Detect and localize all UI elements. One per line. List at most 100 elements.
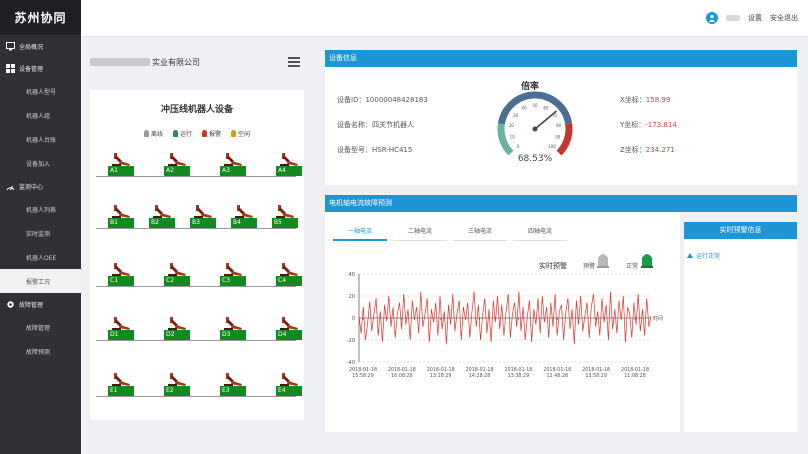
device-name-row: 设备名称：四关节机器人 xyxy=(337,120,414,130)
robot-device[interactable]: E2 xyxy=(164,372,194,396)
robot-device[interactable]: B5 xyxy=(272,204,302,228)
tab-axis-current-1[interactable]: 一轴电流 xyxy=(333,226,387,241)
sidebar-item-label: 全局概况 xyxy=(19,43,44,51)
robot-device[interactable]: E3 xyxy=(220,372,250,396)
robot-label: B4 xyxy=(231,218,257,228)
device-id-row: 设备ID：10000048428183 xyxy=(337,95,428,105)
sidebar-item-3[interactable]: 机器人组 xyxy=(0,103,81,127)
robot-device[interactable]: C2 xyxy=(164,262,194,286)
robot-device[interactable]: C4 xyxy=(276,262,306,286)
status-light-icon xyxy=(202,130,207,137)
grid-icon xyxy=(6,63,15,73)
sidebar-item-5[interactable]: 设备加入 xyxy=(0,151,81,175)
sidebar-item-13[interactable]: 故障预测 xyxy=(0,339,81,363)
gauge-tick-label: 60 xyxy=(543,106,549,111)
x-tick-label-time: 12:48:28 xyxy=(547,373,569,379)
warn-light-icon xyxy=(597,254,609,268)
robot-device[interactable]: D1 xyxy=(108,316,138,340)
robot-device[interactable]: B1 xyxy=(108,204,138,228)
sidebar-item-label: 机器人列表 xyxy=(26,206,57,214)
robot-device[interactable]: D4 xyxy=(276,316,306,340)
tab-axis-current-2[interactable]: 二轴电流 xyxy=(393,226,447,241)
tab-axis-current-4[interactable]: 四轴电流 xyxy=(513,226,567,241)
x-tick-label-time: 14:28:28 xyxy=(469,373,491,379)
sidebar-group-0[interactable]: 全局概况 xyxy=(0,35,81,57)
x-tick-label-date: 2018-01-18 xyxy=(466,367,494,373)
alert-status-text: 运行正常 xyxy=(696,253,721,260)
robot-device[interactable]: B3 xyxy=(190,204,220,228)
robot-device[interactable]: C1 xyxy=(108,262,138,286)
robot-device[interactable]: B2 xyxy=(149,204,179,228)
sidebar-item-label: 机器人OEE xyxy=(26,254,57,262)
status-light-icon xyxy=(231,130,237,137)
device-model-row: 设备型号：HSR-HC415 xyxy=(337,145,412,155)
robot-row-line xyxy=(96,228,296,229)
topbar: 设置 安全退出 xyxy=(81,0,808,37)
hamburger-menu-icon[interactable] xyxy=(288,57,300,67)
x-tick-label-date: 2018-01-18 xyxy=(427,367,455,373)
robot-label: B5 xyxy=(272,218,298,228)
sidebar-item-7[interactable]: 机器人列表 xyxy=(0,197,81,221)
y-tick-label: 20 xyxy=(349,294,355,300)
robot-label: A2 xyxy=(164,166,190,176)
gauge-tick-label: 40 xyxy=(522,106,528,111)
robot-device[interactable]: A4 xyxy=(276,152,306,176)
legend-label: 离线 xyxy=(150,131,163,138)
robot-device[interactable]: C3 xyxy=(220,262,250,286)
robot-device[interactable]: A2 xyxy=(164,152,194,176)
sidebar-group-1[interactable]: 设备管理 xyxy=(0,57,81,79)
sidebar-item-label: 机器人台账 xyxy=(26,136,57,144)
sidebar-nav: 全局概况设备管理 机器人型号 机器人组机器人台账设备加入 监测中心机器人列表实时监测机… xyxy=(0,35,81,363)
tab-axis-current-3[interactable]: 三轴电流 xyxy=(453,226,507,241)
robot-device[interactable]: A3 xyxy=(220,152,250,176)
robot-panel-title: 冲压线机器人设备 xyxy=(160,105,233,115)
gauge-tick-label: 80 xyxy=(556,123,562,128)
gauge-value: 68.53% xyxy=(518,154,553,164)
sidebar-item-label: 报警工况 xyxy=(26,278,51,286)
settings-link[interactable]: 设置 xyxy=(748,13,762,23)
gauge-icon xyxy=(6,182,15,191)
robot-device[interactable]: A1 xyxy=(108,152,138,176)
robot-device[interactable]: D3 xyxy=(220,316,250,340)
current-predict-header: 电机轴电流故障预测 xyxy=(325,195,797,212)
sidebar-item-8[interactable]: 实时监测 xyxy=(0,221,81,245)
y-coord-row: Y坐标：-173.814 xyxy=(620,120,677,130)
robot-device[interactable]: B4 xyxy=(231,204,261,228)
sidebar-item-2[interactable]: 机器人型号 xyxy=(0,79,81,103)
triangle-up-icon xyxy=(687,253,693,258)
status-legend: 离线 运行 报警 空闲 xyxy=(90,129,304,138)
z-coord-row: Z坐标：234.271 xyxy=(620,145,675,155)
company-name: 实业有限公司 xyxy=(90,57,200,68)
robot-label: A4 xyxy=(276,166,302,176)
sidebar-group-6[interactable]: 监测中心 xyxy=(0,175,81,197)
user-area: 设置 安全退出 xyxy=(706,12,798,24)
robot-device[interactable]: E1 xyxy=(108,372,138,396)
user-name-masked xyxy=(726,15,740,21)
gauge-tick-label: 100 xyxy=(548,144,556,149)
sidebar-item-9[interactable]: 机器人OEE xyxy=(0,245,81,269)
axis-tabs: 一轴电流 二轴电流 三轴电流 四轴电流 xyxy=(333,226,573,241)
robot-label: D3 xyxy=(220,330,246,340)
robot-label: B2 xyxy=(149,218,175,228)
robot-device[interactable]: E4 xyxy=(276,372,306,396)
sidebar-item-4[interactable]: 机器人台账 xyxy=(0,127,81,151)
x-tick-label-date: 2018-01-18 xyxy=(621,367,649,373)
legend-item: 运行 xyxy=(172,129,192,138)
sidebar-item-label: 故障管理 xyxy=(19,301,44,309)
company-name-suffix: 实业有限公司 xyxy=(152,57,200,67)
user-icon[interactable] xyxy=(706,12,718,24)
sidebar-item-12[interactable]: 故障管理 xyxy=(0,315,81,339)
robot-row-line xyxy=(96,286,296,287)
alert-header: 实时预警信息 xyxy=(684,222,797,239)
logout-link[interactable]: 安全退出 xyxy=(770,13,798,23)
sidebar-group-11[interactable]: 故障管理 xyxy=(0,293,81,315)
robot-device[interactable]: D2 xyxy=(164,316,194,340)
gauge-tick-label: 30 xyxy=(513,113,519,118)
gauge-tick-label: 20 xyxy=(509,123,515,128)
robot-label: A1 xyxy=(108,166,134,176)
y-coord-label: Y坐标： xyxy=(620,121,646,129)
x-tick-label-date: 2018-01-18 xyxy=(543,367,571,373)
robot-label: A3 xyxy=(220,166,246,176)
sidebar-item-label: 故障预测 xyxy=(26,348,51,356)
sidebar-item-10[interactable]: 报警工况 xyxy=(0,269,81,293)
